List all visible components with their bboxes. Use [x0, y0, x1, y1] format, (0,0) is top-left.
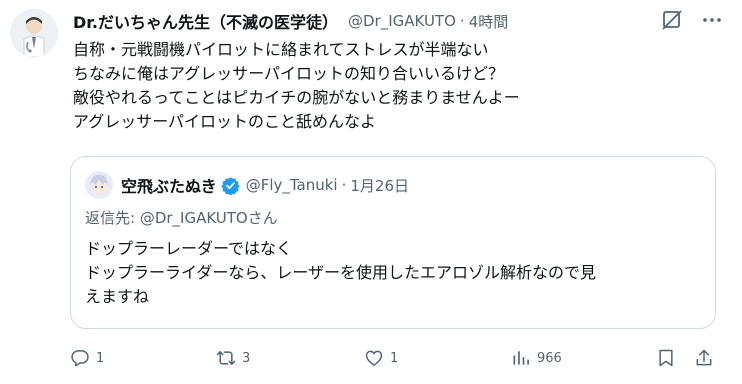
quoted-text-line: ドップラーレーダーではなく [85, 239, 293, 258]
reply-to-mention[interactable]: @Dr_IGAKUTOさん [140, 209, 278, 227]
quoted-tweet-header: 空飛ぶたぬき @Fly_Tanuki · 1月26日 [121, 173, 409, 197]
tweet-text-line: アグレッサーパイロットのこと舐めんなよ [73, 112, 377, 131]
author-avatar[interactable] [10, 9, 58, 57]
header-separator: · [459, 12, 465, 30]
tweet-text-line: 敵役やれるってことはピカイチの腕がないと務まりませんよー [73, 88, 520, 107]
like-count: 1 [390, 350, 399, 366]
share-button[interactable] [694, 344, 714, 372]
views-button[interactable]: 966 [511, 344, 562, 372]
reply-to-label: 返信先: [85, 209, 140, 227]
quoted-header-separator: · [341, 176, 347, 194]
reply-button[interactable]: 1 [70, 344, 104, 372]
quoted-author-avatar[interactable] [85, 171, 113, 199]
retweet-icon [216, 351, 236, 365]
share-icon [696, 349, 712, 366]
verified-badge-icon [221, 176, 240, 196]
heart-icon [365, 350, 383, 366]
quoted-tweet-text: ドップラーレーダーではなく ドップラーライダーなら、レーザーを使用したエアロゾル… [85, 237, 705, 309]
bookmark-button[interactable] [656, 344, 676, 372]
author-handle[interactable]: @Dr_IGAKUTO [348, 12, 456, 30]
quoted-text-line: ドップラーライダーなら、レーザーを使用したエアロゾル解析なので見 [85, 263, 597, 282]
tweet-text-line: 自称・元戦闘機パイロットに絡まれてストレスが半端ない [73, 40, 489, 59]
retweet-button[interactable]: 3 [216, 344, 250, 372]
reply-count: 1 [96, 350, 105, 366]
quoted-author-display-name[interactable]: 空飛ぶたぬき [121, 173, 217, 197]
reply-icon [71, 350, 89, 367]
views-icon [513, 351, 529, 365]
tweet-text-line: ちなみに俺はアグレッサーパイロットの知り合いいるけど？ [73, 64, 505, 83]
grok-icon[interactable] [660, 8, 684, 32]
reply-to-line: 返信先: @Dr_IGAKUTOさん [85, 207, 278, 228]
like-button[interactable]: 1 [364, 344, 398, 372]
tweet-actions: 1 3 1 966 [70, 344, 720, 372]
quoted-author-handle[interactable]: @Fly_Tanuki [246, 176, 338, 194]
quoted-tweet-date[interactable]: 1月26日 [350, 175, 409, 196]
tweet-text: 自称・元戦闘機パイロットに絡まれてストレスが半端ない ちなみに俺はアグレッサーパ… [73, 38, 723, 134]
tweet-timestamp[interactable]: 4時間 [469, 11, 509, 32]
tweet-header: Dr.だいちゃん先生（不滅の医学徒） @Dr_IGAKUTO · 4時間 [73, 9, 682, 33]
more-icon[interactable] [700, 8, 724, 32]
author-display-name[interactable]: Dr.だいちゃん先生（不滅の医学徒） [73, 9, 338, 33]
tweet[interactable]: Dr.だいちゃん先生（不滅の医学徒） @Dr_IGAKUTO · 4時間 自称・… [0, 0, 742, 384]
bookmark-icon [659, 349, 673, 367]
quoted-text-line: えますね [85, 287, 150, 306]
view-count: 966 [537, 350, 562, 366]
quoted-tweet[interactable]: 空飛ぶたぬき @Fly_Tanuki · 1月26日 返信先: @Dr_IGAK… [70, 156, 716, 329]
retweet-count: 3 [242, 350, 251, 366]
